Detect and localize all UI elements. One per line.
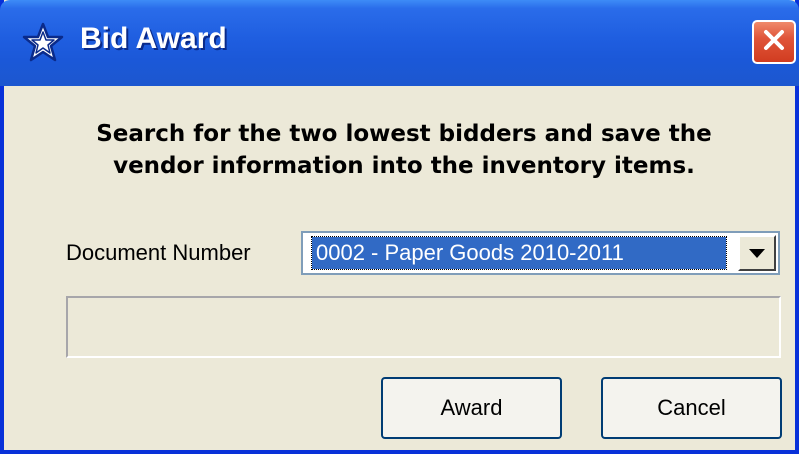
title-bar[interactable]: Bid Award	[0, 0, 799, 86]
star-outline-icon	[20, 20, 66, 66]
cancel-button[interactable]: Cancel	[601, 377, 782, 439]
close-icon	[761, 27, 787, 58]
window-title: Bid Award	[80, 22, 227, 55]
instructions-line-1: Search for the two lowest bidders and sa…	[96, 121, 712, 147]
award-button[interactable]: Award	[381, 377, 562, 439]
instructions-line-2: vendor information into the inventory it…	[113, 153, 695, 179]
document-number-label: Document Number	[66, 240, 251, 265]
document-number-value[interactable]: 0002 - Paper Goods 2010-2011	[311, 236, 727, 270]
dropdown-button[interactable]	[738, 235, 776, 271]
bid-award-dialog: Bid Award Search for the two lowest bidd…	[0, 0, 799, 454]
instructions-text: Search for the two lowest bidders and sa…	[34, 118, 774, 182]
progress-bar	[66, 296, 781, 358]
chevron-down-icon	[749, 248, 765, 258]
close-button[interactable]	[752, 20, 796, 64]
document-number-select[interactable]: 0002 - Paper Goods 2010-2011	[301, 231, 780, 275]
